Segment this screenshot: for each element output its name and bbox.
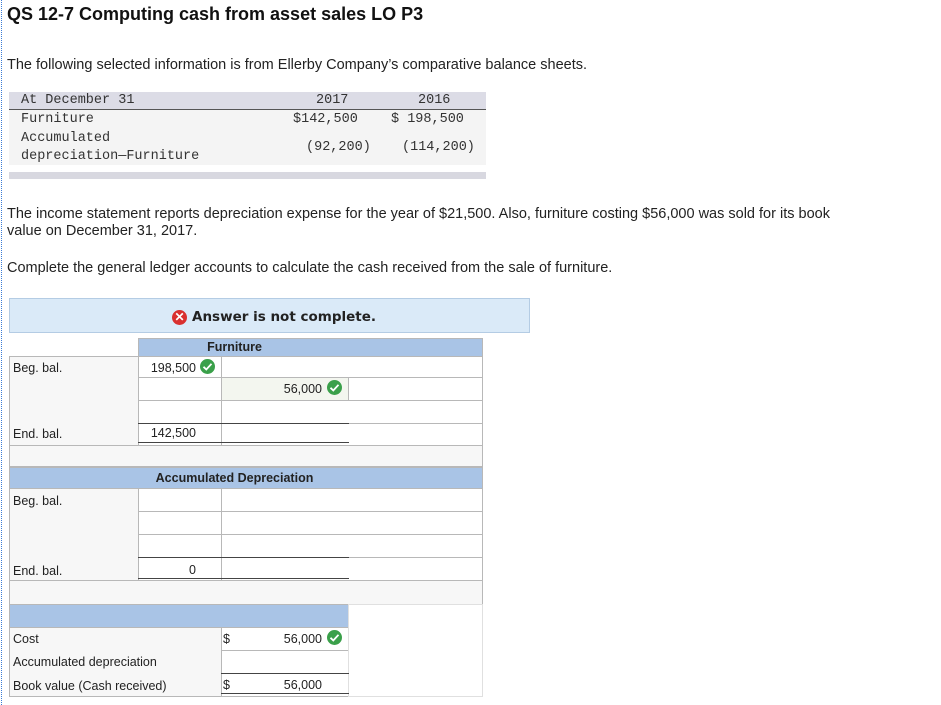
- balance-sheet-footer: [9, 172, 486, 179]
- answer-status-text: Answer is not complete.: [192, 309, 377, 325]
- accum-end-underline: [138, 578, 349, 579]
- bs-header-label: At December 31: [21, 93, 135, 108]
- furniture-credit-value: 56,000: [283, 382, 322, 396]
- check-icon: [200, 359, 215, 374]
- accum-beg-label: Beg. bal.: [13, 494, 63, 508]
- furniture-credit-3[interactable]: [221, 400, 483, 424]
- furniture-beg-label: Beg. bal.: [13, 361, 63, 375]
- accum-end-label: End. bal.: [13, 564, 63, 578]
- check-icon: [327, 380, 342, 395]
- accum-credit-3[interactable]: [221, 534, 483, 558]
- furniture-end-label: End. bal.: [13, 427, 63, 441]
- furniture-beg-value: 198,500: [150, 361, 196, 375]
- summary-book-label: Book value (Cash received): [13, 679, 167, 693]
- instruction-text: Complete the general ledger accounts to …: [7, 260, 613, 276]
- summary-book-underline: [221, 693, 349, 694]
- bs-accum-label-line2: depreciation—Furniture: [21, 149, 200, 164]
- bs-header-2016: 2016: [418, 93, 451, 108]
- summary-cost-label: Cost: [13, 632, 39, 646]
- summary-accum-label: Accumulated depreciation: [13, 655, 157, 669]
- furniture-debit-3[interactable]: [138, 400, 222, 424]
- bs-accum-2017: (92,200): [306, 140, 371, 155]
- accum-credit-2[interactable]: [221, 511, 483, 535]
- summary-cost-currency: $: [223, 632, 230, 646]
- summary-book-value: 56,000: [283, 678, 322, 692]
- furniture-end-underline: [138, 442, 349, 443]
- summary-header: [9, 604, 349, 628]
- accum-debit-2[interactable]: [138, 511, 222, 535]
- accum-debit-1[interactable]: [138, 488, 222, 512]
- accum-credit-1[interactable]: [221, 488, 483, 512]
- summary-accum-cell[interactable]: [221, 650, 349, 674]
- ledger-spacer-1: [9, 445, 483, 467]
- bs-accum-2016: (114,200): [402, 140, 475, 155]
- furniture-debit-2[interactable]: [138, 377, 222, 401]
- furniture-end-value: 142,500: [150, 426, 196, 440]
- page-title: QS 12-7 Computing cash from asset sales …: [7, 4, 424, 24]
- paragraph-line1: The income statement reports depreciatio…: [7, 206, 830, 222]
- paragraph-line2: value on December 31, 2017.: [7, 223, 198, 239]
- x-circle-icon: ✕: [172, 310, 187, 325]
- bs-furniture-2017: $142,500: [293, 112, 358, 127]
- furniture-credit-1[interactable]: [221, 356, 483, 378]
- ledger-spacer-2: [9, 580, 483, 605]
- furniture-credit-2-extra: [348, 377, 483, 401]
- summary-total-line: [221, 673, 349, 674]
- bs-furniture-label: Furniture: [21, 112, 94, 127]
- furniture-title: Furniture: [207, 340, 262, 354]
- check-icon: [327, 630, 342, 645]
- summary-cost-value: 56,000: [283, 632, 322, 646]
- furniture-total-line: [138, 423, 349, 424]
- bs-accum-label-line1: Accumulated: [21, 131, 111, 146]
- intro-text: The following selected information is fr…: [7, 57, 588, 73]
- accum-total-line: [138, 557, 349, 558]
- accum-title: Accumulated Depreciation: [155, 471, 314, 485]
- page-left-border: [1, 0, 2, 705]
- bs-header-2017: 2017: [316, 93, 349, 108]
- summary-right-area: [348, 604, 483, 697]
- summary-book-currency: $: [223, 678, 230, 692]
- bs-furniture-2016: $ 198,500: [391, 112, 464, 127]
- accum-end-value: 0: [189, 563, 196, 577]
- accum-debit-3[interactable]: [138, 534, 222, 558]
